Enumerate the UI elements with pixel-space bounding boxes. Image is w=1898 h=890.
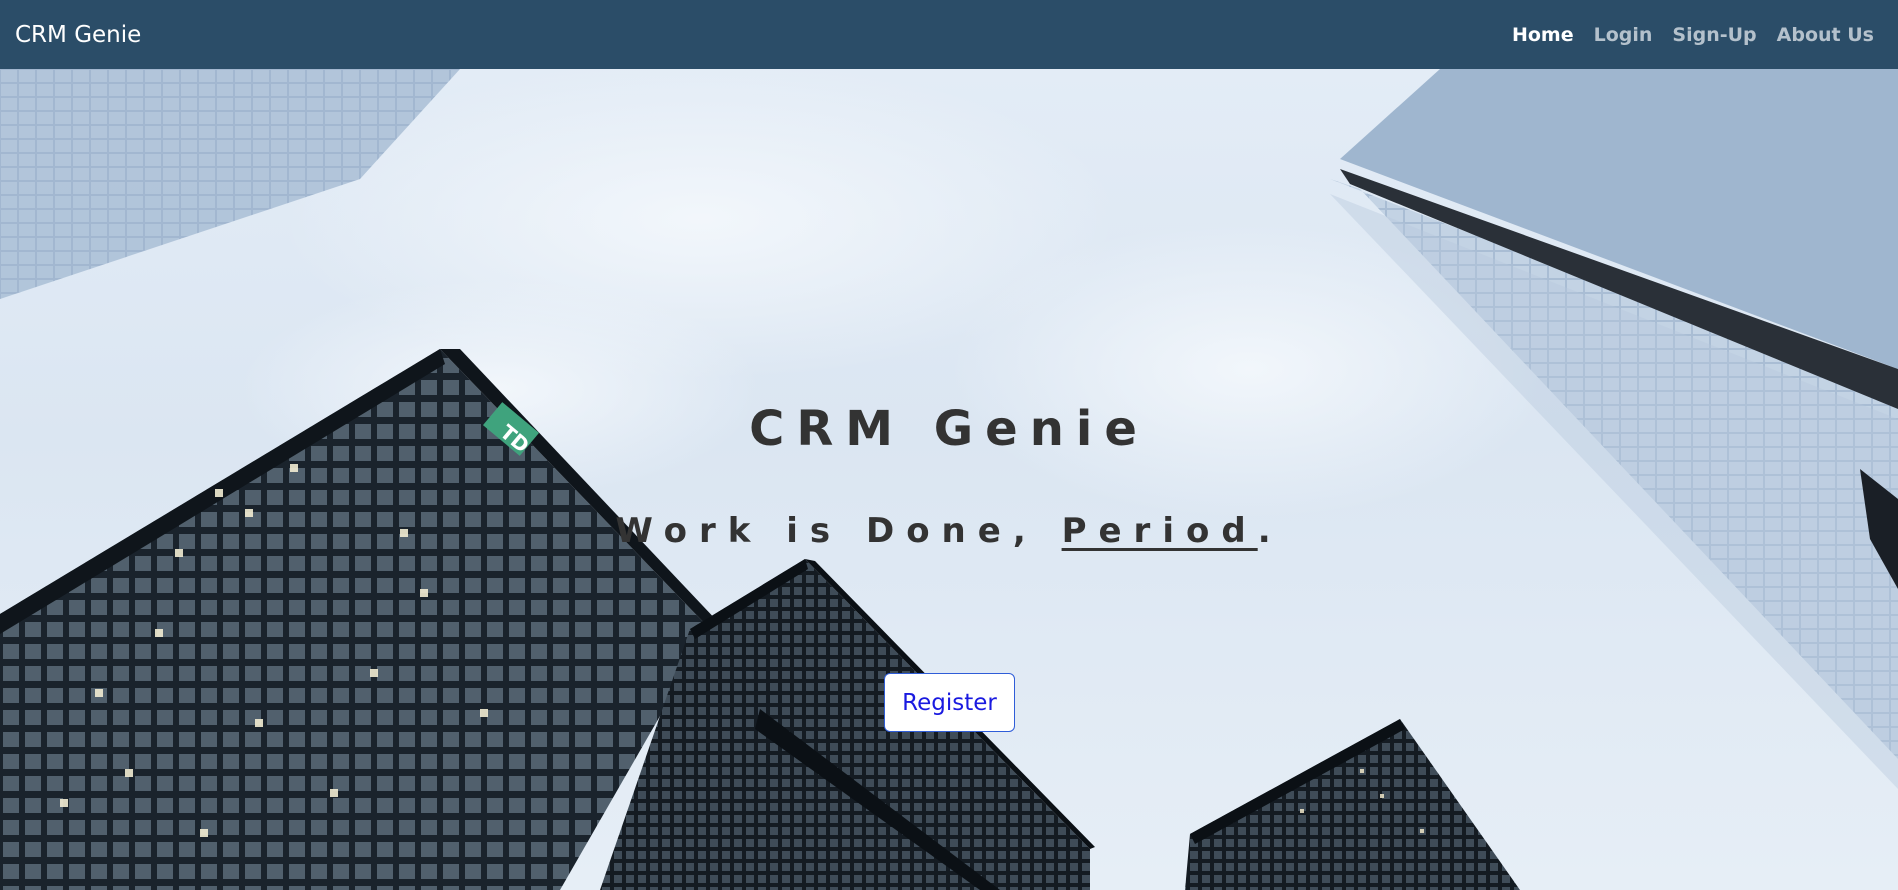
tagline-suffix: . [1257, 511, 1283, 551]
nav-home-link[interactable]: Home [1512, 24, 1574, 46]
tagline-period-word: Period [1061, 511, 1258, 551]
hero-content: CRM Genie Work is Done, Period. Register [0, 69, 1898, 890]
tagline-prefix: Work is Done, [615, 511, 1062, 551]
hero-tagline: Work is Done, Period. [0, 511, 1898, 551]
nav-signup-link[interactable]: Sign-Up [1672, 24, 1756, 46]
hero-section: TD CRM Genie Work is Done, Period. Regis… [0, 69, 1898, 890]
top-navbar: CRM Genie Home Login Sign-Up About Us [0, 0, 1898, 69]
register-button[interactable]: Register [884, 673, 1015, 732]
brand-link[interactable]: CRM Genie [15, 22, 141, 48]
nav-links: Home Login Sign-Up About Us [1512, 24, 1883, 46]
nav-about-link[interactable]: About Us [1777, 24, 1874, 46]
nav-login-link[interactable]: Login [1594, 24, 1653, 46]
hero-title: CRM Genie [749, 401, 1149, 457]
